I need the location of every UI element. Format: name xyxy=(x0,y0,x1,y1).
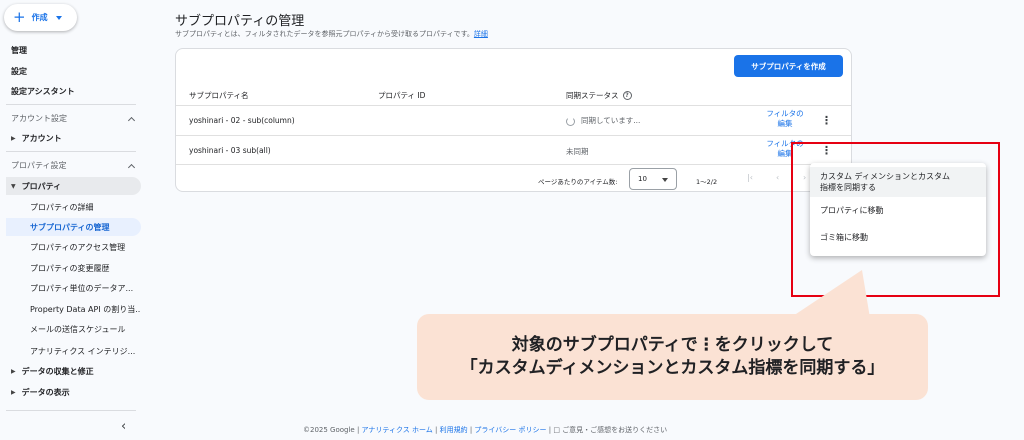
callout-line1: 対象のサブプロパティで⋮をクリックして xyxy=(511,335,834,355)
divider xyxy=(6,410,136,411)
description-text: サブプロパティとは、フィルタされたデータを参照元プロパティから受け取るプロパティ… xyxy=(175,30,474,38)
triangle-right-icon: ▶ xyxy=(11,367,16,375)
nav-property-label: プロパティ xyxy=(21,181,62,191)
chevron-up-icon xyxy=(127,163,136,171)
row-1-edit-filter-line1: フィルタの xyxy=(766,109,804,118)
create-button-label: 作成 xyxy=(31,13,48,22)
row-1-edit-filter-line2: 編集 xyxy=(777,119,793,128)
row-1-more-vert-icon[interactable]: ⋮ xyxy=(821,115,832,126)
chevron-up-icon xyxy=(127,116,136,124)
divider xyxy=(176,164,851,165)
instruction-callout: 対象のサブプロパティで⋮をクリックして 「カスタムディメンションとカスタム指標を… xyxy=(417,314,928,400)
footer-copyright: ©2025 Google xyxy=(303,426,355,434)
nav-data-collection-label: データの収集と修正 xyxy=(21,366,94,376)
nav-email-schedule[interactable]: メールの送信スケジュール xyxy=(6,320,141,338)
column-header-status-label: 同期ステータス xyxy=(566,91,619,100)
account-settings-label: アカウント設定 xyxy=(11,114,67,123)
nav-data-display[interactable]: ▶ データの表示 xyxy=(6,383,141,401)
triangle-down-icon: ▼ xyxy=(11,182,16,190)
nav-data-display-label: データの表示 xyxy=(21,387,70,397)
nav-data-collection[interactable]: ▶ データの収集と修正 xyxy=(6,362,141,380)
nav-analytics-intelligence[interactable]: アナリティクス インテリジ... xyxy=(6,342,141,360)
caret-down-icon xyxy=(55,15,62,20)
nav-admin[interactable]: 管理 xyxy=(11,45,27,56)
learn-more-link[interactable]: 詳細 xyxy=(474,30,488,38)
feedback-icon: □ xyxy=(553,426,560,434)
divider xyxy=(6,104,136,105)
nav-account-label: アカウント xyxy=(21,133,62,143)
nav-property-change-history[interactable]: プロパティの変更履歴 xyxy=(6,259,141,277)
page-title: サブプロパティの管理 xyxy=(175,14,305,29)
items-per-page-label: ページあたりのアイテム数: xyxy=(538,178,618,186)
property-settings-section[interactable]: プロパティ設定 xyxy=(11,160,136,171)
account-settings-section[interactable]: アカウント設定 xyxy=(11,113,136,124)
column-header-status: 同期ステータス ? xyxy=(566,90,632,101)
items-per-page-value: 10 xyxy=(638,175,647,183)
footer-feedback-link[interactable]: ご意見・ご感想をお送りください xyxy=(562,426,667,434)
nav-property-details[interactable]: プロパティの詳細 xyxy=(6,198,141,216)
nav-property-access[interactable]: プロパティのアクセス管理 xyxy=(6,238,141,256)
first-page-icon[interactable]: |‹ xyxy=(747,173,753,182)
help-icon[interactable]: ? xyxy=(622,91,632,100)
highlight-box xyxy=(791,142,1000,297)
create-subproperty-button[interactable]: サブプロパティを作成 xyxy=(734,55,843,77)
row-1-name: yoshinari - 02 - sub(column) xyxy=(189,116,295,125)
caret-down-icon xyxy=(662,178,668,182)
row-2-name: yoshinari - 03 sub(all) xyxy=(189,146,271,155)
nav-setup-assistant[interactable]: 設定アシスタント xyxy=(11,86,75,97)
plus-icon: + xyxy=(13,8,26,26)
page-description: サブプロパティとは、フィルタされたデータを参照元プロパティから受け取るプロパティ… xyxy=(175,29,488,39)
sidebar: + 作成 管理 設定 設定アシスタント アカウント設定 ▶ アカウント プロパテ… xyxy=(0,0,150,440)
property-settings-label: プロパティ設定 xyxy=(11,161,67,170)
column-header-name: サブプロパティ名 xyxy=(189,91,249,100)
nav-settings[interactable]: 設定 xyxy=(11,66,27,77)
subproperty-table-card: サブプロパティを作成 サブプロパティ名 プロパティ ID 同期ステータス ? y… xyxy=(175,48,852,192)
nav-property-group[interactable]: ▼ プロパティ xyxy=(6,177,141,195)
row-1-status-label: 同期しています... xyxy=(581,116,641,125)
collapse-sidebar-icon[interactable]: ‹ xyxy=(121,419,126,434)
column-header-id: プロパティ ID xyxy=(378,91,426,100)
nav-account[interactable]: ▶ アカウント xyxy=(6,129,141,147)
divider xyxy=(6,151,136,152)
prev-page-icon[interactable]: ‹ xyxy=(776,173,779,182)
callout-line2: 「カスタムディメンションとカスタム指標を同期する」 xyxy=(460,358,885,378)
create-button[interactable]: + 作成 xyxy=(4,4,77,31)
nav-property-data-api[interactable]: Property Data API の割り当... xyxy=(6,300,141,318)
footer-privacy-link[interactable]: プライバシー ポリシー xyxy=(474,426,546,434)
triangle-right-icon: ▶ xyxy=(11,134,16,142)
items-per-page-select[interactable]: 10 xyxy=(629,168,677,190)
divider xyxy=(176,105,851,106)
loading-spinner-icon xyxy=(566,116,575,126)
footer-terms-link[interactable]: 利用規約 xyxy=(440,426,468,434)
footer-analytics-home-link[interactable]: アナリティクス ホーム xyxy=(362,426,433,434)
row-1-edit-filter-link[interactable]: フィルタの 編集 xyxy=(762,109,808,129)
row-1-status: 同期しています... xyxy=(566,115,640,126)
page-range: 1〜2/2 xyxy=(696,178,718,186)
divider xyxy=(176,135,851,136)
nav-property-data[interactable]: プロパティ単位のデータア... xyxy=(6,279,141,297)
triangle-right-icon: ▶ xyxy=(11,388,16,396)
row-2-status: 未同期 xyxy=(566,147,589,156)
footer: ©2025 Google | アナリティクス ホーム | 利用規約 | プライバ… xyxy=(303,426,668,434)
nav-subproperty-management[interactable]: サブプロパティの管理 xyxy=(6,218,141,236)
